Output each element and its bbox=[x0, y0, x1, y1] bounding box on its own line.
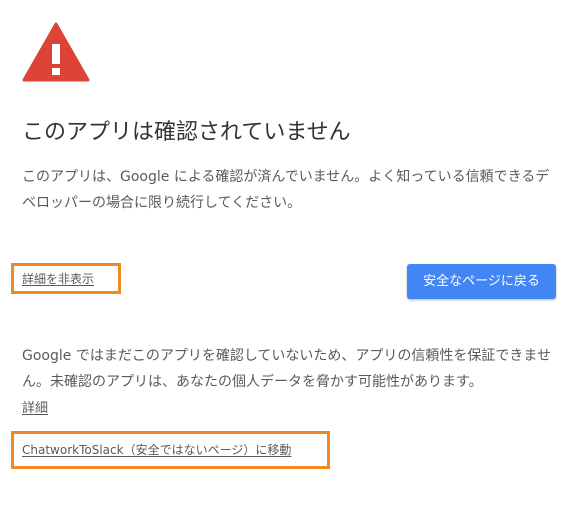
details-text: Google ではまだこのアプリを確認していないため、アプリの信頼性を保証できま… bbox=[22, 348, 551, 390]
hide-details-link[interactable]: 詳細を非表示 bbox=[22, 270, 94, 288]
details-section: Google ではまだこのアプリを確認していないため、アプリの信頼性を保証できま… bbox=[22, 343, 562, 421]
proceed-unsafe-link[interactable]: ChatworkToSlack（安全ではないページ）に移動 bbox=[22, 441, 291, 459]
learn-more-link[interactable]: 詳細 bbox=[22, 398, 48, 420]
back-to-safety-button[interactable]: 安全なページに戻る bbox=[407, 264, 556, 299]
warning-description: このアプリは、Google による確認が済んでいません。よく知っている信頼できる… bbox=[22, 169, 550, 211]
page-title: このアプリは確認されていません bbox=[22, 120, 351, 145]
warning-triangle-icon bbox=[22, 22, 90, 82]
